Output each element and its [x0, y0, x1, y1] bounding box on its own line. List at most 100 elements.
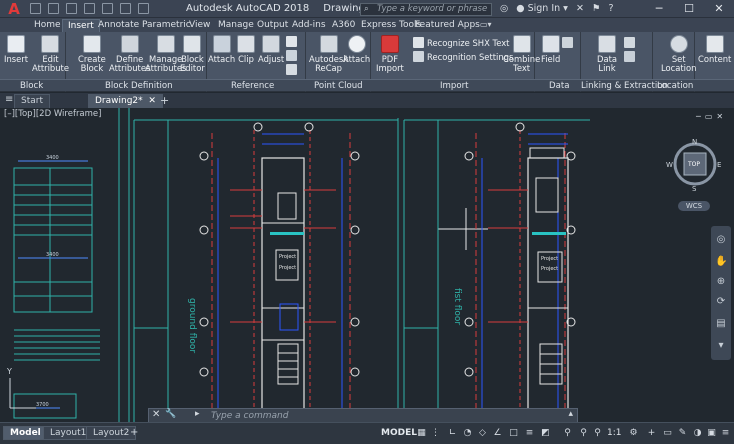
lineweight-icon[interactable]: ≡ [524, 428, 535, 439]
recognition-settings-button[interactable]: Recognition Settings [413, 51, 513, 62]
attach-button[interactable]: Attach [208, 35, 235, 64]
connect-icon[interactable]: ⚑ [592, 3, 601, 14]
annotation-scale-icon[interactable]: ⚲ [592, 428, 603, 439]
command-close-icon[interactable]: ✕ [152, 409, 160, 420]
panel-label-block[interactable]: Block [20, 81, 43, 91]
viewport-close-icon[interactable]: ✕ [716, 112, 723, 121]
attach-point-cloud-button[interactable]: Attach [343, 35, 370, 64]
open-file-icon[interactable] [48, 3, 59, 14]
showmotion-icon[interactable]: ▤ [715, 318, 727, 330]
model-space-toggle[interactable]: MODEL [381, 428, 417, 438]
drawing-canvas[interactable]: [–][Top][2D Wireframe] 3400 3400 3700 gr… [0, 108, 734, 422]
insert-block-button[interactable]: Insert [4, 35, 28, 64]
adjust-button[interactable]: Adjust [258, 35, 284, 64]
steering-wheel-icon[interactable]: ◎ [715, 234, 727, 246]
pan-icon[interactable]: ✋ [715, 256, 727, 268]
extract-data-button[interactable] [624, 37, 635, 48]
block-editor-button[interactable]: Block Editor [180, 35, 205, 73]
auto-scale-icon[interactable]: ⚲ [578, 428, 589, 439]
clip-button[interactable]: Clip [237, 35, 255, 64]
new-layout-button[interactable]: + [130, 427, 138, 438]
tab-view[interactable]: View [184, 19, 215, 32]
undo-icon[interactable] [120, 3, 131, 14]
combine-text-button[interactable]: Combine Text [503, 35, 540, 73]
viewcube[interactable]: TOP N S E W [664, 139, 726, 201]
compass-s[interactable]: S [692, 185, 697, 193]
sign-in-button[interactable]: ● Sign In ▾ [516, 3, 568, 14]
tab-add-ins[interactable]: Add-ins [287, 19, 331, 32]
command-prompt-icon[interactable]: ▸ [195, 409, 200, 419]
panel-label-linking[interactable]: Linking & Extraction [581, 81, 668, 91]
customization-icon[interactable]: ≡ [720, 428, 731, 439]
panel-label-location[interactable]: Location [657, 81, 693, 91]
minimize-button[interactable]: ─ [644, 0, 674, 18]
data-link-button[interactable]: Data Link [597, 35, 617, 73]
close-button[interactable]: ✕ [704, 0, 734, 18]
autocad-logo-icon[interactable]: A [2, 1, 26, 18]
object-snap-tracking-icon[interactable]: ∠ [492, 428, 503, 439]
ortho-icon[interactable]: ∟ [447, 428, 458, 439]
field-button[interactable]: Field [541, 35, 560, 64]
annotation-monitor-icon[interactable]: + [646, 428, 657, 439]
workspace-gear-icon[interactable]: ⚙ [628, 428, 639, 439]
edit-attribute-button[interactable]: Edit Attribute [32, 35, 69, 73]
maximize-button[interactable]: ☐ [674, 0, 704, 18]
polar-icon[interactable]: ◔ [462, 428, 473, 439]
annotation-scale[interactable]: 1:1 [607, 428, 621, 438]
upload-source-button[interactable] [624, 51, 635, 62]
nav-bar-options-icon[interactable]: ▾ [715, 340, 727, 352]
pdf-import-button[interactable]: PDF Import [376, 35, 404, 73]
compass-w[interactable]: W [666, 161, 673, 169]
content-button[interactable]: Content [698, 35, 731, 64]
orbit-icon[interactable]: ⟳ [715, 296, 727, 308]
save-as-icon[interactable] [84, 3, 95, 14]
tab-model[interactable]: Model [3, 426, 48, 440]
binoculars-icon[interactable]: ◎ [500, 3, 508, 14]
transparency-icon[interactable]: ◩ [540, 428, 551, 439]
panel-label-point-cloud[interactable]: Point Cloud [314, 81, 363, 91]
recognize-shx-text-button[interactable]: Recognize SHX Text [413, 37, 509, 48]
menu-icon[interactable]: ≡ [5, 94, 13, 105]
compass-e[interactable]: E [717, 161, 721, 169]
snap-to-underlays-button[interactable] [286, 64, 297, 75]
compass-n[interactable]: N [692, 139, 697, 146]
clean-screen-icon[interactable]: ▣ [706, 428, 717, 439]
ribbon-options-icon[interactable]: ▭▾ [480, 20, 494, 31]
redo-icon[interactable] [138, 3, 149, 14]
tab-start[interactable]: Start [14, 94, 50, 108]
isolate-objects-icon[interactable]: ◑ [692, 428, 703, 439]
help-icon[interactable]: ? [608, 3, 613, 14]
exchange-apps-icon[interactable]: ✕ [576, 3, 584, 14]
save-icon[interactable] [66, 3, 77, 14]
zoom-extents-icon[interactable]: ⊕ [715, 276, 727, 288]
viewport-restore-icon[interactable]: ▭ [705, 112, 713, 121]
annotation-visibility-icon[interactable]: ⚲ [562, 428, 573, 439]
wcs-menu[interactable]: WCS [678, 201, 710, 211]
units-icon[interactable]: ▭ [662, 428, 673, 439]
command-customize-icon[interactable]: 🔧 [165, 409, 176, 419]
snap-icon[interactable]: ⋮ [430, 428, 441, 439]
quick-properties-icon[interactable]: ✎ [677, 428, 688, 439]
command-history-icon[interactable]: ▴ [568, 409, 573, 419]
panel-label-data[interactable]: Data [549, 81, 570, 91]
tab-drawing2[interactable]: Drawing2* ✕ [88, 94, 163, 108]
update-fields-button[interactable] [562, 37, 573, 48]
set-location-button[interactable]: Set Location [661, 35, 696, 73]
panel-label-reference[interactable]: Reference [231, 81, 274, 91]
viewport-minimize-icon[interactable]: ─ [696, 112, 701, 121]
new-tab-button[interactable]: + [160, 94, 169, 107]
frames-button[interactable] [286, 50, 297, 61]
search-input[interactable]: ⌕ Type a keyword or phrase [360, 3, 492, 16]
grid-icon[interactable]: ▦ [416, 428, 427, 439]
underlay-layers-button[interactable] [286, 36, 297, 47]
panel-label-block-definition[interactable]: Block Definition [105, 81, 173, 91]
isodraft-icon[interactable]: ◇ [477, 428, 488, 439]
object-snap-icon[interactable]: □ [508, 428, 519, 439]
tab-layout2[interactable]: Layout2 [86, 426, 137, 440]
create-block-button[interactable]: Create Block [78, 35, 106, 73]
tab-featured-apps[interactable]: Featured Apps [410, 19, 485, 32]
new-file-icon[interactable] [30, 3, 41, 14]
plot-icon[interactable] [102, 3, 113, 14]
command-input[interactable] [211, 410, 551, 422]
tab-home[interactable]: Home [29, 19, 66, 32]
